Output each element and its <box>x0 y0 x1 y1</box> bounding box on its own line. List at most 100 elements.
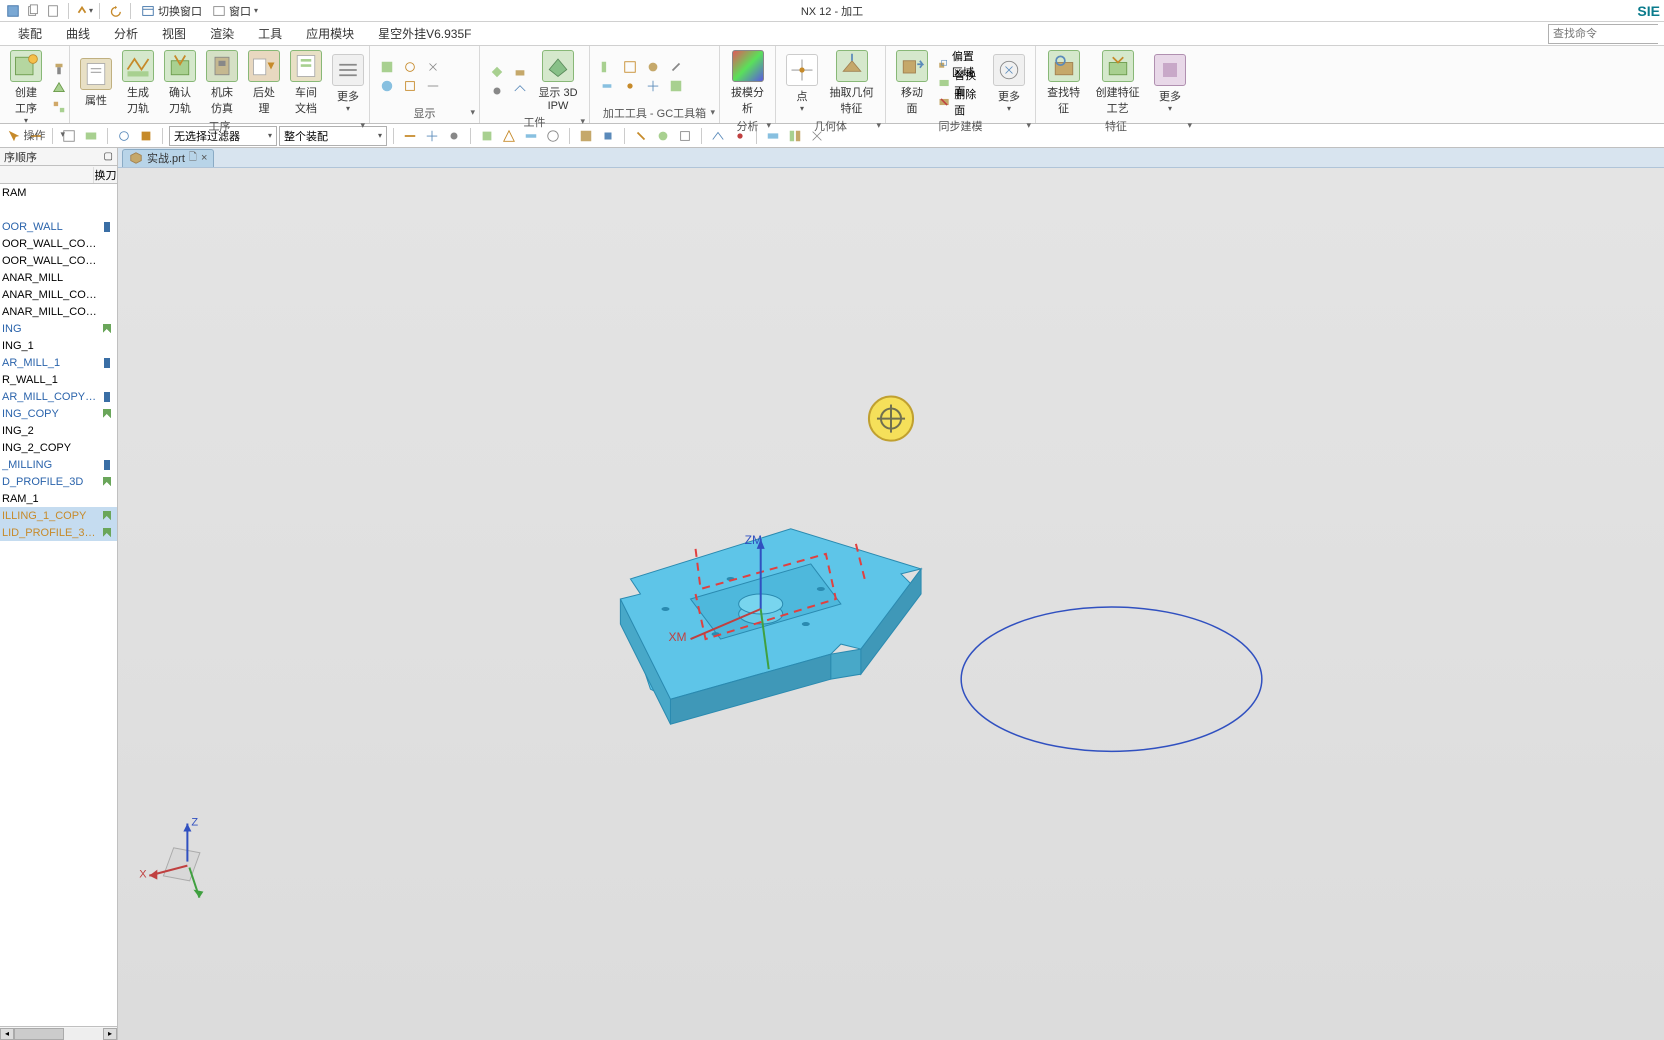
more-g8-button[interactable]: 更多▾ <box>989 52 1029 115</box>
tree-item[interactable]: OOR_WALL <box>0 218 117 235</box>
scroll-right-icon[interactable]: ▸ <box>103 1028 117 1040</box>
tb-icon-k[interactable] <box>653 126 673 146</box>
extract-geom-button[interactable]: 抽取几何特征 <box>824 48 879 118</box>
postprocess-button[interactable]: 后处理 <box>244 48 284 118</box>
qat-save-icon[interactable] <box>4 2 22 20</box>
wp-icon-1[interactable] <box>486 63 508 81</box>
qat-paste-icon[interactable] <box>44 2 62 20</box>
tree-item[interactable]: RAM_1 <box>0 490 117 507</box>
more-g2-button[interactable]: 更多▾ <box>328 52 368 115</box>
tree-item[interactable]: ING <box>0 320 117 337</box>
tree-item[interactable]: D_PROFILE_3D <box>0 473 117 490</box>
tree-item[interactable]: ANAR_MILL_COP... <box>0 303 117 320</box>
tb-icon-i[interactable] <box>598 126 618 146</box>
tree-item[interactable]: R_WALL_1 <box>0 371 117 388</box>
wp-icon-2[interactable] <box>509 63 531 81</box>
delete-face-button[interactable]: 删除面 <box>934 93 987 111</box>
gc-icon-3[interactable] <box>642 58 664 76</box>
group-expand-icon[interactable]: ▾ <box>1187 120 1192 131</box>
tree-item[interactable]: ING_1 <box>0 337 117 354</box>
tree-item[interactable]: AR_MILL_1 <box>0 354 117 371</box>
group-expand-icon[interactable]: ▾ <box>710 107 715 118</box>
scroll-left-icon[interactable]: ◂ <box>0 1028 14 1040</box>
create-operation-button[interactable]: 创建工序▾ <box>6 48 46 127</box>
menu-assembly[interactable]: 装配 <box>6 21 54 46</box>
gc-icon-1[interactable] <box>596 58 618 76</box>
window-menu-button[interactable]: 窗口▾ <box>208 3 262 19</box>
wp-icon-3[interactable] <box>486 82 508 100</box>
method-icon[interactable] <box>48 98 70 116</box>
group-expand-icon[interactable]: ▾ <box>766 120 771 131</box>
tree-item[interactable]: ING_2_COPY <box>0 439 117 456</box>
generate-toolpath-button[interactable]: 生成刀轨 <box>118 48 158 118</box>
tree-item[interactable]: ING_COPY <box>0 405 117 422</box>
group-expand-icon[interactable]: ▾ <box>60 129 65 140</box>
menu-view[interactable]: 视图 <box>150 21 198 46</box>
scroll-thumb[interactable] <box>14 1028 64 1040</box>
tree-item[interactable]: AR_MILL_COPY_C... <box>0 388 117 405</box>
disp-icon-3[interactable] <box>422 58 444 76</box>
tree-item[interactable]: LID_PROFILE_3D... <box>0 524 117 541</box>
tb-icon-a[interactable] <box>400 126 420 146</box>
command-search[interactable] <box>1548 24 1658 44</box>
tb-icon-l[interactable] <box>675 126 695 146</box>
group-expand-icon[interactable]: ▾ <box>1026 120 1031 131</box>
tb-icon-m[interactable] <box>708 126 728 146</box>
group-expand-icon[interactable]: ▾ <box>360 120 365 131</box>
tb-icon-b[interactable] <box>422 126 442 146</box>
tb-icon-c[interactable] <box>444 126 464 146</box>
tree-item[interactable]: ING_2 <box>0 422 117 439</box>
menu-app-module[interactable]: 应用模块 <box>294 21 366 46</box>
tree-item[interactable]: OOR_WALL_COP... <box>0 252 117 269</box>
properties-button[interactable]: 属性 <box>76 56 116 110</box>
wp-icon-4[interactable] <box>509 82 531 100</box>
tree-item[interactable]: _MILLING <box>0 456 117 473</box>
more-g9-button[interactable]: 更多▾ <box>1150 52 1190 115</box>
menu-tools[interactable]: 工具 <box>246 21 294 46</box>
pin-icon[interactable]: ▢ <box>104 151 113 162</box>
h-scrollbar[interactable]: ◂ ▸ <box>0 1026 117 1040</box>
operation-tree[interactable]: RAM OOR_WALLOOR_WALL_COPYOOR_WALL_COP... A… <box>0 184 117 1026</box>
disp-icon-2[interactable] <box>399 58 421 76</box>
tree-item[interactable]: ILLING_1_COPY <box>0 507 117 524</box>
tb-icon-j[interactable] <box>631 126 651 146</box>
gc-icon-8[interactable] <box>665 77 687 95</box>
verify-toolpath-button[interactable]: 确认刀轨 <box>160 48 200 118</box>
find-feature-button[interactable]: 查找特征 <box>1042 48 1085 118</box>
gc-icon-4[interactable] <box>665 58 687 76</box>
menu-plugin[interactable]: 星空外挂V6.935F <box>366 21 483 46</box>
geometry-icon[interactable] <box>48 79 70 97</box>
switch-window-button[interactable]: 切换窗口 <box>137 3 206 19</box>
group-expand-icon[interactable]: ▾ <box>580 116 585 127</box>
tree-item[interactable]: ANAR_MILL_COPY <box>0 286 117 303</box>
menu-analysis[interactable]: 分析 <box>102 21 150 46</box>
point-button[interactable]: 点▾ <box>782 52 822 115</box>
move-face-button[interactable]: 移动面 <box>892 48 932 118</box>
create-feature-process-button[interactable]: 创建特征工艺 <box>1087 48 1148 118</box>
machine-sim-button[interactable]: 机床仿真 <box>202 48 242 118</box>
shopdoc-button[interactable]: 车间文档 <box>286 48 326 118</box>
tree-item[interactable]: OOR_WALL_COPY <box>0 235 117 252</box>
group-expand-icon[interactable]: ▾ <box>876 120 881 131</box>
tree-item[interactable]: RAM <box>0 184 117 201</box>
disp-icon-6[interactable] <box>422 77 444 95</box>
disp-icon-4[interactable] <box>376 77 398 95</box>
gc-icon-5[interactable] <box>596 77 618 95</box>
menu-render[interactable]: 渲染 <box>198 21 246 46</box>
show-3d-ipw-button[interactable]: 显示 3D IPW <box>533 48 583 114</box>
qat-undo-icon[interactable] <box>106 2 124 20</box>
gc-icon-7[interactable] <box>642 77 664 95</box>
draft-analysis-button[interactable]: 拔模分析 <box>726 48 769 118</box>
qat-touch-icon[interactable]: ▾ <box>75 2 93 20</box>
close-tab-icon[interactable]: × <box>201 152 207 164</box>
gc-icon-2[interactable] <box>619 58 641 76</box>
tool-icon[interactable] <box>48 60 70 78</box>
file-tab[interactable]: 实战.prt 🗋 × <box>122 149 214 167</box>
menu-curve[interactable]: 曲线 <box>54 21 102 46</box>
group-expand-icon[interactable]: ▾ <box>470 107 475 118</box>
qat-copy-icon[interactable] <box>24 2 42 20</box>
disp-icon-5[interactable] <box>399 77 421 95</box>
command-search-input[interactable] <box>1549 25 1664 43</box>
3d-viewport[interactable]: ZM XM Z <box>118 168 1664 1040</box>
tree-item[interactable] <box>0 201 117 218</box>
